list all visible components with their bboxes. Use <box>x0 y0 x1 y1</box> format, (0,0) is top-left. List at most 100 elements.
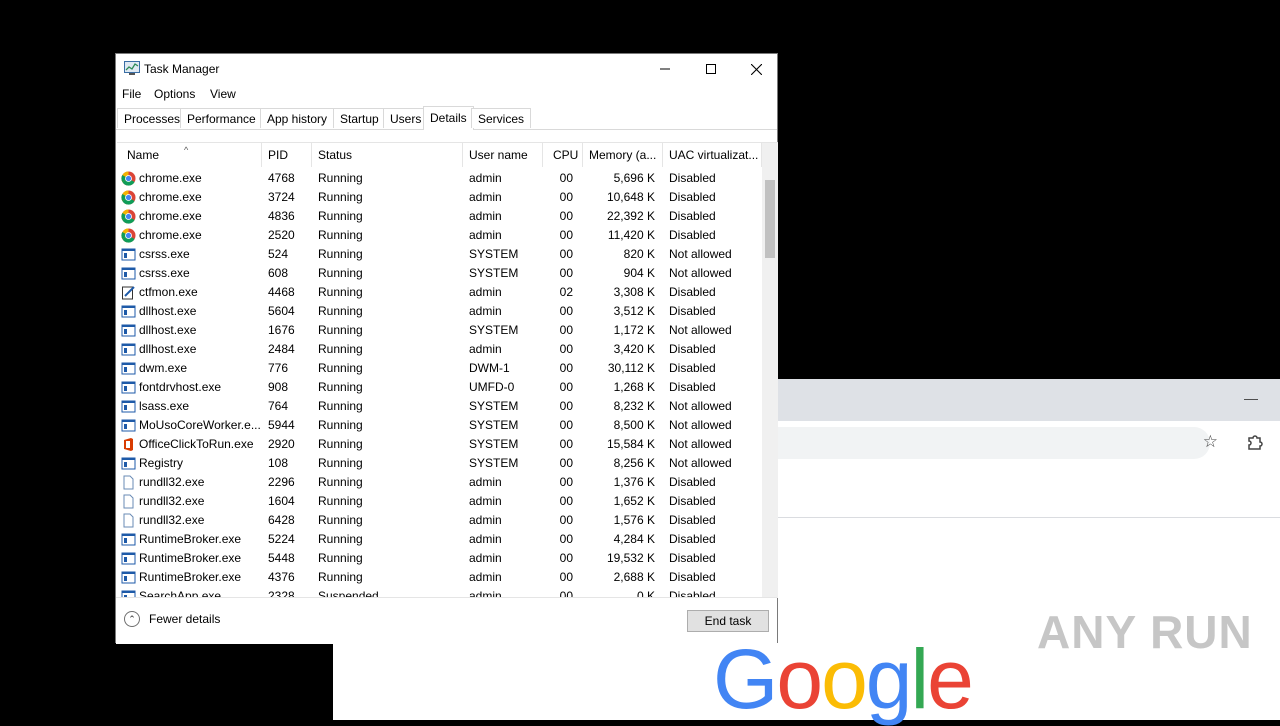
cell-status: Running <box>318 570 363 584</box>
window-icon <box>121 248 136 261</box>
table-row[interactable]: dllhost.exe 1676 Running SYSTEM 00 1,172 K Not… <box>117 321 762 340</box>
cell-status: Running <box>318 456 363 470</box>
bookmark-star-icon[interactable]: ☆ <box>1203 433 1218 451</box>
table-row[interactable]: rundll32.exe 2296 Running admin 00 1,376 K Dis… <box>117 473 762 492</box>
table-row[interactable]: dllhost.exe 2484 Running admin 00 3,420 K Disa… <box>117 340 762 359</box>
table-row[interactable]: dllhost.exe 5604 Running admin 00 3,512 K Disa… <box>117 302 762 321</box>
menu-view[interactable]: View <box>210 87 236 101</box>
tab-app-history[interactable]: App history <box>260 108 335 128</box>
tab-startup[interactable]: Startup <box>333 108 386 128</box>
maximize-button[interactable] <box>688 54 734 84</box>
cell-status: Running <box>318 304 363 318</box>
table-row[interactable]: RuntimeBroker.exe 5224 Running admin 00 4,284… <box>117 530 762 549</box>
tab-users[interactable]: Users <box>383 108 429 128</box>
table-row[interactable]: RuntimeBroker.exe 4376 Running admin 00 2,688… <box>117 568 762 587</box>
cell-memory: 1,652 K <box>613 494 655 508</box>
cell-memory: 1,376 K <box>613 475 655 489</box>
chevron-up-icon: ⌃ <box>124 611 140 627</box>
window-icon <box>121 267 136 280</box>
cell-status: Running <box>318 323 363 337</box>
cell-pid: 1676 <box>268 323 295 337</box>
column-header-name[interactable]: ^ Name <box>117 143 262 167</box>
menu-options[interactable]: Options <box>154 87 195 101</box>
cell-user: admin <box>469 513 502 527</box>
minimize-button[interactable] <box>642 54 688 84</box>
table-row[interactable]: MoUsoCoreWorker.e... 5944 Running SYSTEM 00 8… <box>117 416 762 435</box>
table-row[interactable]: ctfmon.exe 4468 Running admin 02 3,308 K Disab… <box>117 283 762 302</box>
table-row[interactable]: rundll32.exe 6428 Running admin 00 1,576 K Dis… <box>117 511 762 530</box>
window-icon <box>121 571 136 584</box>
browser-minimize-button[interactable]: — <box>1244 391 1258 405</box>
title-bar[interactable]: Task Manager <box>116 54 777 84</box>
logo-letter: o <box>776 632 823 726</box>
window-icon <box>121 419 136 432</box>
cell-user: UMFD-0 <box>469 380 515 394</box>
column-header-status[interactable]: Status <box>312 143 463 167</box>
cell-memory: 1,576 K <box>613 513 655 527</box>
menu-bar: File Options View <box>116 84 777 104</box>
vertical-scrollbar[interactable] <box>762 143 778 598</box>
cell-user: admin <box>469 570 502 584</box>
table-row[interactable]: csrss.exe 524 Running SYSTEM 00 820 K Not allo… <box>117 245 762 264</box>
table-row[interactable]: RuntimeBroker.exe 5448 Running admin 00 19,53… <box>117 549 762 568</box>
cell-pid: 2920 <box>268 437 295 451</box>
table-row[interactable]: dwm.exe 776 Running DWM-1 00 30,112 K Disabled <box>117 359 762 378</box>
cell-pid: 4468 <box>268 285 295 299</box>
column-header-cpu[interactable]: CPU <box>543 143 583 167</box>
table-row[interactable]: fontdrvhost.exe 908 Running UMFD-0 00 1,268 K… <box>117 378 762 397</box>
cell-memory: 3,308 K <box>613 285 655 299</box>
cell-cpu: 00 <box>559 190 573 204</box>
minimize-icon <box>660 68 670 70</box>
cell-status: Running <box>318 209 363 223</box>
table-row[interactable]: Registry 108 Running SYSTEM 00 8,256 K Not all… <box>117 454 762 473</box>
end-task-button[interactable]: End task <box>687 610 769 632</box>
cell-user: admin <box>469 171 502 185</box>
tab-services[interactable]: Services <box>471 108 532 128</box>
logo-letter: e <box>927 632 974 726</box>
scrollbar-thumb[interactable] <box>765 180 775 258</box>
table-row[interactable]: chrome.exe 2520 Running admin 00 11,420 K Disa… <box>117 226 762 245</box>
cell-uac: Disabled <box>669 551 716 565</box>
cell-status: Running <box>318 418 363 432</box>
extensions-icon[interactable] <box>1246 433 1264 451</box>
cell-cpu: 00 <box>559 228 573 242</box>
table-row[interactable]: OfficeClickToRun.exe 2920 Running SYSTEM 00 1… <box>117 435 762 454</box>
cell-cpu: 02 <box>559 285 573 299</box>
table-row[interactable]: chrome.exe 4768 Running admin 00 5,696 K Disab… <box>117 169 762 188</box>
fewer-details-button[interactable]: ⌃ Fewer details <box>124 611 220 627</box>
cell-uac: Disabled <box>669 380 716 394</box>
table-row[interactable]: chrome.exe 4836 Running admin 00 22,392 K Disa… <box>117 207 762 226</box>
cell-user: admin <box>469 190 502 204</box>
column-label: Name <box>127 148 160 162</box>
cell-pid: 108 <box>268 456 289 470</box>
table-row[interactable]: csrss.exe 608 Running SYSTEM 00 904 K Not allo… <box>117 264 762 283</box>
cell-memory: 11,420 K <box>607 228 655 242</box>
tab-bar: Processes Performance App history Startu… <box>116 106 777 130</box>
table-row[interactable]: rundll32.exe 1604 Running admin 00 1,652 K Dis… <box>117 492 762 511</box>
cell-user: SYSTEM <box>469 247 519 261</box>
cell-pid: 4836 <box>268 209 295 223</box>
column-header-memory[interactable]: Memory (a... <box>583 143 663 167</box>
tab-details[interactable]: Details <box>423 106 474 130</box>
table-row[interactable]: chrome.exe 3724 Running admin 00 10,648 K Disa… <box>117 188 762 207</box>
table-row[interactable]: lsass.exe 764 Running SYSTEM 00 8,232 K Not al… <box>117 397 762 416</box>
close-button[interactable] <box>733 54 779 84</box>
tab-processes[interactable]: Processes <box>117 108 188 128</box>
cell-memory: 19,532 K <box>606 551 655 565</box>
process-table: ^ Name PID Status User name CPU Memory (… <box>117 142 778 598</box>
menu-file[interactable]: File <box>122 87 141 101</box>
fewer-details-label: Fewer details <box>149 612 221 626</box>
cell-user: admin <box>469 532 502 546</box>
cell-memory: 2,688 K <box>613 570 655 584</box>
column-header-uac[interactable]: UAC virtualizat... <box>663 143 762 167</box>
cell-user: admin <box>469 209 502 223</box>
cell-pid: 608 <box>268 266 289 280</box>
cell-user: SYSTEM <box>469 418 519 432</box>
tab-performance[interactable]: Performance <box>180 108 263 128</box>
column-header-pid[interactable]: PID <box>262 143 312 167</box>
column-header-user-name[interactable]: User name <box>463 143 543 167</box>
cell-status: Running <box>318 361 363 375</box>
cell-pid: 2296 <box>268 475 295 489</box>
cell-user: admin <box>469 342 502 356</box>
cell-name: chrome.exe <box>139 190 202 204</box>
